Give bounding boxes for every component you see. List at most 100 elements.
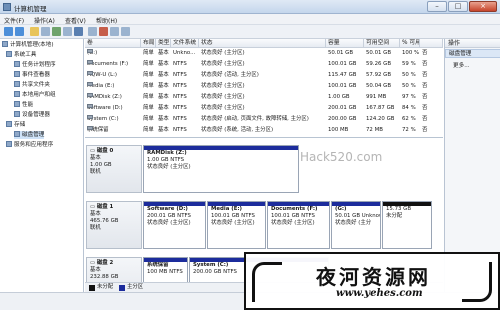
menu-bar: 文件(F) 操作(A) 查看(V) 帮助(H) — [0, 14, 500, 25]
disk-name: 磁盘 2 — [96, 260, 114, 266]
column-header-volume[interactable]: 卷 — [85, 39, 141, 48]
disk-state: 联机 — [90, 225, 101, 231]
volume-row[interactable]: (G:) 简单 基本 Unkno... 状态良好 (主分区) 50.01 GB 50.01 … — [85, 49, 443, 57]
column-header-filesystem[interactable]: 文件系统 — [171, 39, 199, 48]
partition[interactable]: Documents (F:) 100.01 GB NTFS 状态良好 (主分区) — [267, 201, 330, 249]
volume-cell: 100.01 GB — [328, 83, 357, 89]
volume-cell: 62 % — [402, 116, 416, 122]
volume-cell: NTFS — [173, 94, 187, 100]
actions-more-link[interactable]: 更多... — [453, 61, 470, 69]
tree-item-task-scheduler[interactable]: 任务计划程序 — [14, 61, 56, 69]
tree-item-system-tools[interactable]: 系统工具 — [6, 51, 36, 59]
back-icon[interactable] — [4, 27, 13, 36]
tree-item-computer-management[interactable]: 计算机管理(本地) — [2, 41, 54, 49]
volume-row[interactable]: RAMDisk (Z:) 简单 基本 NTFS 状态良好 (主分区) 1.00 GB 991… — [85, 93, 443, 101]
partition-name: 系统保留 — [147, 262, 169, 268]
forward-icon[interactable] — [15, 27, 24, 36]
menu-view[interactable]: 查看(V) — [65, 16, 86, 25]
volume-cell: 否 — [422, 83, 428, 89]
partition[interactable]: RAMDisk (Z:) 1.00 GB NTFS 状态良好 (主分区) — [143, 145, 299, 193]
volume-cell: NTFS — [173, 72, 187, 78]
volume-cell: 否 — [422, 72, 428, 78]
tree-item-shared-folders[interactable]: 共享文件夹 — [14, 81, 50, 89]
delete-icon[interactable] — [99, 27, 108, 36]
column-header-capacity[interactable]: 容量 — [326, 39, 364, 48]
volume-icon — [87, 82, 93, 86]
partition[interactable]: Media (E:) 100.01 GB NTFS 状态良好 (主分区) — [207, 201, 266, 249]
volume-cell: 状态良好 (主分区) — [201, 50, 245, 56]
tree-item-device-manager[interactable]: 设备管理器 — [14, 111, 50, 119]
tree-item-storage[interactable]: 存储 — [6, 121, 25, 129]
partition[interactable]: 系统保留 100 MB NTFS — [143, 257, 188, 282]
volume-cell: 50.04 GB — [366, 83, 392, 89]
volume-row[interactable]: System (C:) 简单 基本 NTFS 状态良好 (启动, 页面文件, 故障转储,… — [85, 115, 443, 123]
column-header-fault-tolerance[interactable] — [420, 39, 443, 48]
menu-file[interactable]: 文件(F) — [4, 16, 24, 25]
maximize-button[interactable]: □ — [448, 1, 468, 12]
volume-row[interactable]: HQW-U (L:) 简单 基本 NTFS 状态良好 (活动, 主分区) 115.47 G… — [85, 71, 443, 79]
volume-name: Documents (F:) — [87, 61, 129, 67]
toolbar — [0, 25, 500, 39]
refresh-icon[interactable] — [52, 27, 61, 36]
menu-help[interactable]: 帮助(H) — [96, 16, 117, 25]
volume-cell: 基本 — [158, 105, 169, 111]
console-icon[interactable] — [41, 27, 50, 36]
legend-swatch-primary — [119, 285, 125, 291]
event-icon — [14, 71, 20, 77]
volume-row[interactable]: Documents (F:) 简单 基本 NTFS 状态良好 (主分区) 100.01 G… — [85, 60, 443, 68]
partition[interactable]: (G:) 50.01 GB Unknow 状态良好 (主分 — [331, 201, 381, 249]
disk-icon: ▭ — [90, 148, 97, 154]
volume-icon — [87, 60, 93, 64]
volume-cell: NTFS — [173, 83, 187, 89]
column-header-status[interactable]: 状态 — [199, 39, 326, 48]
volume-cell: 97 % — [402, 94, 416, 100]
close-button[interactable]: × — [469, 1, 497, 12]
disk-state: 联机 — [90, 169, 101, 175]
volume-icon — [87, 71, 93, 75]
volume-cell: 简单 — [143, 116, 154, 122]
disk-view-icon[interactable] — [88, 27, 97, 36]
volume-cell: 简单 — [143, 105, 154, 111]
minimize-button[interactable]: – — [427, 1, 447, 12]
tree-item-event-viewer[interactable]: 事件查看器 — [14, 71, 50, 79]
partition-status: 未分配 — [386, 213, 403, 219]
tree-item-local-users[interactable]: 本地用户和组 — [14, 91, 56, 99]
volume-cell: RAMDisk (Z:) — [87, 93, 140, 101]
tree-item-disk-management[interactable]: 磁盘管理 — [14, 131, 45, 139]
volume-cell: 100.01 GB — [328, 61, 357, 67]
properties-icon[interactable] — [63, 27, 72, 36]
column-header-type[interactable]: 类型 — [156, 39, 171, 48]
volume-cell: 72 MB — [366, 127, 383, 133]
partition-size: 200.01 GB NTFS — [147, 213, 191, 219]
tree-item-services[interactable]: 服务和应用程序 — [6, 141, 53, 149]
disk-label[interactable]: ▭ 磁盘 2 基本 232.88 GB — [86, 257, 142, 282]
column-header-percent-free[interactable]: % 可用 — [400, 39, 420, 48]
disk-label[interactable]: ▭ 磁盘 1 基本 465.76 GB 联机 — [86, 201, 142, 249]
help-icon[interactable] — [74, 27, 83, 36]
folder-up-icon[interactable] — [30, 27, 39, 36]
tree-item-performance[interactable]: 性能 — [14, 101, 33, 109]
partition[interactable]: Software (D:) 200.01 GB NTFS 状态良好 (主分区) — [143, 201, 206, 249]
column-header-layout[interactable]: 布局 — [141, 39, 156, 48]
volume-cell: 否 — [422, 116, 428, 122]
disk-name: 磁盘 0 — [96, 148, 114, 154]
volume-cell: 简单 — [143, 72, 154, 78]
unallocated-space[interactable]: 15.73 GB 未分配 — [382, 201, 432, 249]
settings-icon[interactable] — [121, 27, 130, 36]
partition-size: 15.73 GB — [386, 206, 412, 212]
actions-section-disk-management[interactable]: 磁盘管理 — [445, 49, 500, 58]
disk-type: 基本 — [90, 211, 101, 217]
disk-label[interactable]: ▭ 磁盘 0 基本 1.00 GB 联机 — [86, 145, 142, 193]
volume-row[interactable]: Software (D:) 简单 基本 NTFS 状态良好 (主分区) 200.01 GB… — [85, 104, 443, 112]
volume-cell: 否 — [422, 50, 428, 56]
menu-action[interactable]: 操作(A) — [34, 16, 55, 25]
disk-size: 465.76 GB — [90, 218, 119, 224]
column-header-free-space[interactable]: 可用空间 — [364, 39, 400, 48]
check-icon[interactable] — [110, 27, 119, 36]
volume-row[interactable]: 系统保留 简单 基本 NTFS 状态良好 (系统, 活动, 主分区) 100 MB 72 M… — [85, 126, 443, 134]
volume-icon — [87, 126, 93, 130]
volume-row[interactable]: Media (E:) 简单 基本 NTFS 状态良好 (主分区) 100.01 GB 50.… — [85, 82, 443, 90]
partition-name: RAMDisk (Z:) — [147, 150, 187, 156]
volume-cell: 状态良好 (主分区) — [201, 105, 245, 111]
volume-cell: System (C:) — [87, 115, 140, 123]
